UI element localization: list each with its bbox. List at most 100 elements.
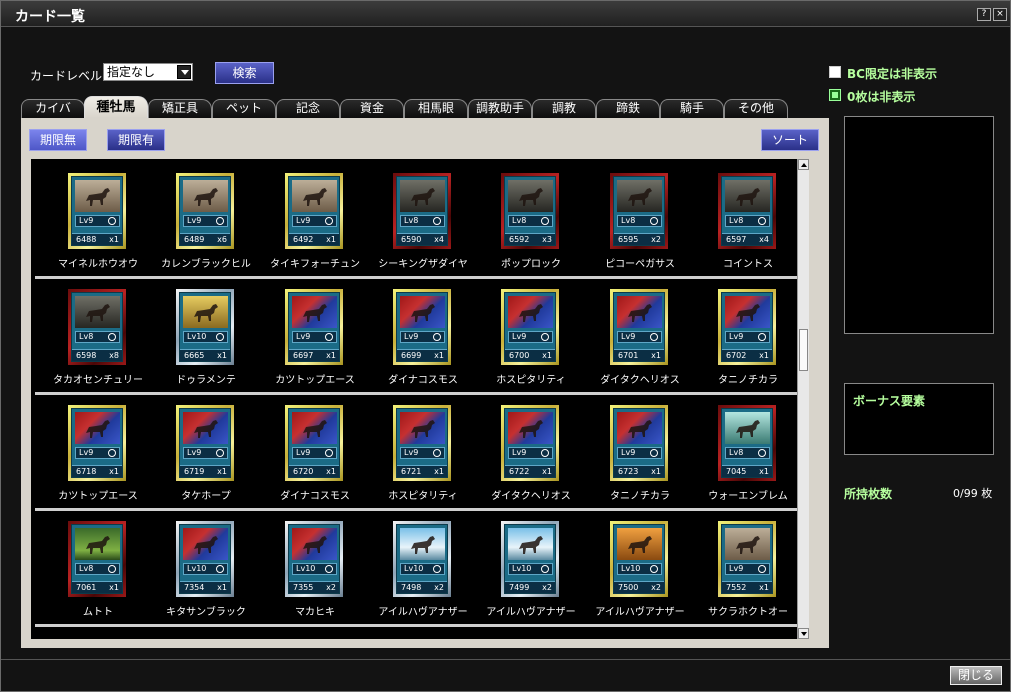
card-item[interactable]: Lv10 7354 x1 キタサンブラック <box>151 521 261 621</box>
no-limit-button[interactable]: 期限無 <box>29 129 87 151</box>
horse-image <box>400 528 445 560</box>
card-item[interactable]: Lv9 6702 x1 タニノチカラ <box>693 289 803 389</box>
footer-divider <box>1 659 1010 660</box>
card-level-select[interactable]: 指定なし <box>103 63 193 81</box>
sort-button[interactable]: ソート <box>761 129 819 151</box>
tab-8[interactable]: 調教 <box>532 99 596 118</box>
scroll-up-icon[interactable] <box>798 159 809 170</box>
card-name: アイルハヴアナザー <box>595 607 685 618</box>
horse-image <box>508 296 553 328</box>
tab-9[interactable]: 蹄鉄 <box>596 99 660 118</box>
row-divider <box>35 624 803 627</box>
card-frame: Lv9 6723 x1 <box>610 405 668 481</box>
card-item[interactable]: Lv9 6722 x1 ダイタクヘリオス <box>476 405 586 505</box>
bc-hidden-checkbox[interactable] <box>829 66 841 78</box>
tab-6[interactable]: 相馬眼 <box>404 99 468 118</box>
card-level-bar: Lv8 <box>617 215 662 227</box>
card-id-bar: 7500 x2 <box>614 581 664 593</box>
tab-3[interactable]: ペット <box>212 99 276 118</box>
card-name: タニノチカラ <box>610 491 670 502</box>
tab-10[interactable]: 騎手 <box>660 99 724 118</box>
card-grid-scrollbar[interactable] <box>797 159 809 639</box>
card-count: x6 <box>217 235 227 244</box>
card-face: Lv8 7061 x1 <box>71 524 123 594</box>
zero-hidden-label[interactable]: 0枚は非表示 <box>847 88 915 105</box>
circle-icon <box>325 565 333 573</box>
card-item[interactable]: Lv9 6718 x1 カツトップエース <box>43 405 153 505</box>
card-item[interactable]: Lv10 7498 x2 アイルハヴアナザー <box>368 521 478 621</box>
card-count: x1 <box>434 467 444 476</box>
card-count: x8 <box>109 351 119 360</box>
card-id-bar: 6700 x1 <box>505 349 555 361</box>
card-item[interactable]: Lv9 6720 x1 ダイナコスモス <box>260 405 370 505</box>
card-face: Lv8 6592 x3 <box>504 176 556 246</box>
card-item[interactable]: Lv8 7045 x1 ウォーエンブレム <box>693 405 803 505</box>
circle-icon <box>325 449 333 457</box>
card-item[interactable]: Lv10 7355 x2 マカヒキ <box>260 521 370 621</box>
card-item[interactable]: Lv9 6721 x1 ホスピタリティ <box>368 405 478 505</box>
search-button[interactable]: 検索 <box>215 62 274 84</box>
scroll-down-icon[interactable] <box>798 628 809 639</box>
window-close-button[interactable]: × <box>993 8 1007 21</box>
card-item[interactable]: Lv9 6488 x1 マイネルホウオウ <box>43 173 153 273</box>
card-item[interactable]: Lv10 7500 x2 アイルハヴアナザー <box>585 521 695 621</box>
card-id: 6489 <box>184 235 205 244</box>
circle-icon <box>433 333 441 341</box>
tab-2[interactable]: 矯正具 <box>148 99 212 118</box>
card-item[interactable]: Lv9 6700 x1 ホスピタリティ <box>476 289 586 389</box>
card-item[interactable]: Lv9 6723 x1 タニノチカラ <box>585 405 695 505</box>
bc-hidden-label[interactable]: BC限定は非表示 <box>847 65 937 82</box>
card-item[interactable]: Lv9 6492 x1 タイキフォーチュン <box>260 173 370 273</box>
card-face: Lv9 6489 x6 <box>179 176 231 246</box>
tab-4[interactable]: 記念 <box>276 99 340 118</box>
help-button[interactable]: ? <box>977 8 991 21</box>
card-item[interactable]: Lv8 6598 x8 タカオセンチュリー <box>43 289 153 389</box>
close-button[interactable]: 閉じる <box>950 666 1002 685</box>
card-id-bar: 7061 x1 <box>72 581 122 593</box>
tab-7[interactable]: 調教助手 <box>468 99 532 118</box>
card-item[interactable]: Lv8 6595 x2 ピコーペガサス <box>585 173 695 273</box>
horse-image <box>183 412 228 444</box>
card-name: タケホープ <box>181 491 231 502</box>
card-item[interactable]: Lv9 6697 x1 カツトップエース <box>260 289 370 389</box>
zero-hidden-checkbox[interactable] <box>829 89 841 101</box>
horse-image <box>183 180 228 212</box>
tab-0[interactable]: カイバ <box>21 99 85 118</box>
card-item[interactable]: Lv9 6699 x1 ダイナコスモス <box>368 289 478 389</box>
tab-5[interactable]: 資金 <box>340 99 404 118</box>
card-name: ピコーペガサス <box>605 259 675 270</box>
circle-icon <box>216 217 224 225</box>
card-frame: Lv8 7045 x1 <box>718 405 776 481</box>
card-frame: Lv9 6702 x1 <box>718 289 776 365</box>
card-id: 6595 <box>618 235 639 244</box>
chevron-down-icon[interactable] <box>177 65 191 79</box>
card-item[interactable]: Lv8 7061 x1 ムトト <box>43 521 153 621</box>
card-item[interactable]: Lv8 6597 x4 コイントス <box>693 173 803 273</box>
card-count: x1 <box>217 467 227 476</box>
card-item[interactable]: Lv9 7552 x1 サクラホクトオー <box>693 521 803 621</box>
owned-count-label: 所持枚数 <box>844 487 893 501</box>
card-item[interactable]: Lv8 6592 x3 ポップロック <box>476 173 586 273</box>
card-count: x1 <box>109 583 119 592</box>
card-item[interactable]: Lv8 6590 x4 シーキングザダイヤ <box>368 173 478 273</box>
card-item[interactable]: Lv9 6701 x1 ダイタクヘリオス <box>585 289 695 389</box>
card-id-bar: 6492 x1 <box>289 233 339 245</box>
horse-icon <box>733 302 763 324</box>
card-level-bar: Lv9 <box>617 331 662 343</box>
card-item[interactable]: Lv9 6489 x6 カレンブラックヒル <box>151 173 261 273</box>
card-level-bar: Lv9 <box>292 331 337 343</box>
tab-11[interactable]: その他 <box>724 99 788 118</box>
card-level-bar: Lv9 <box>508 331 553 343</box>
circle-icon <box>758 565 766 573</box>
card-item[interactable]: Lv9 6719 x1 タケホープ <box>151 405 261 505</box>
circle-icon <box>216 449 224 457</box>
horse-image <box>292 296 337 328</box>
card-level-bar: Lv9 <box>183 215 228 227</box>
scroll-thumb[interactable] <box>799 329 808 371</box>
limited-button[interactable]: 期限有 <box>107 129 165 151</box>
card-name: サクラホクトオー <box>708 607 788 618</box>
card-item[interactable]: Lv10 7499 x2 アイルハヴアナザー <box>476 521 586 621</box>
card-item[interactable]: Lv10 6665 x1 ドゥラメンテ <box>151 289 261 389</box>
card-level-bar: Lv9 <box>292 447 337 459</box>
tab-1[interactable]: 種牡馬 <box>84 96 148 118</box>
